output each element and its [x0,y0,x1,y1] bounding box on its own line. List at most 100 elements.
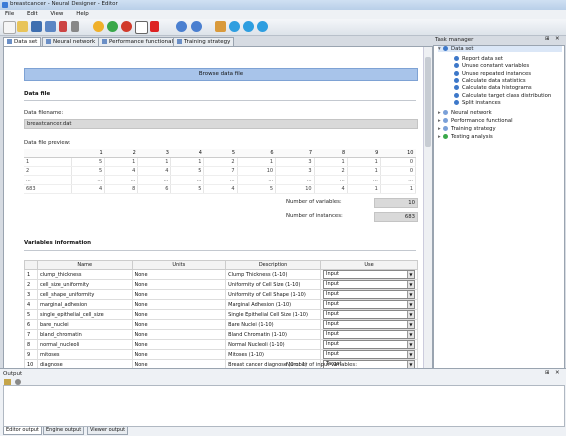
variable-description[interactable]: Bare Nuclei (1-10) [225,319,321,330]
close-icon[interactable]: ✕ [555,36,560,42]
chevron-down-icon[interactable]: ▼ [406,311,414,318]
task-item[interactable]: Unuse repeated instances [454,70,531,77]
table-row[interactable]: 7 bland_chromatin None Bland Chromatin (… [24,329,419,340]
chevron-down-icon[interactable]: ▼ [406,281,414,288]
next-icon[interactable] [229,21,240,32]
close-icon[interactable]: ✕ [555,370,560,376]
tab-neural-network[interactable]: Neural network [42,37,100,46]
variable-name[interactable]: single_epithelial_cell_size [36,309,133,320]
task-item[interactable]: Calculate target class distribution [454,92,551,99]
table-row[interactable]: 5 single_epithelial_cell_size None Singl… [24,309,419,320]
variable-description[interactable]: Uniformity of Cell Size (1-10) [225,279,321,290]
task-item[interactable]: Calculate data histograms [454,85,532,91]
variable-name[interactable]: bland_chromatin [36,329,133,340]
variable-description[interactable]: Bland Chromatin (1-10) [225,329,321,340]
use-select[interactable]: Input ▼ [322,320,415,329]
pin-icon[interactable]: ⊞ [545,36,550,42]
variable-units[interactable]: None [131,339,227,350]
variable-description[interactable]: Marginal Adhesion (1-10) [225,299,321,310]
variable-name[interactable]: mitoses [36,349,133,360]
home-icon[interactable] [215,21,226,32]
use-select[interactable]: Input ▼ [322,350,415,359]
browse-data-file-button[interactable]: Browse data file [24,68,418,81]
add-icon[interactable] [93,21,104,32]
use-select[interactable]: Input ▼ [322,280,415,289]
table-row[interactable]: 3 cell_shape_uniformity None Uniformity … [24,289,419,300]
forward-icon[interactable] [191,21,202,32]
use-select[interactable]: Input ▼ [322,300,415,309]
tree-node[interactable]: ▸ Training strategy [438,126,496,132]
zoom-out-icon[interactable] [257,21,268,32]
chevron-down-icon[interactable]: ▼ [406,301,414,308]
menu-file[interactable]: File [5,11,14,17]
tree-node[interactable]: ▸ Testing analysis [438,134,493,140]
menu-view[interactable]: View [50,11,63,17]
variable-name[interactable]: marginal_adhesion [36,299,133,310]
cut-icon[interactable] [59,21,67,32]
variable-name[interactable]: cell_shape_uniformity [36,289,133,300]
task-item[interactable]: Report data set [454,56,503,62]
variable-units[interactable]: None [131,319,227,330]
task-item[interactable]: Split instances [454,99,501,106]
open-folder-icon[interactable] [17,21,28,32]
chevron-down-icon[interactable]: ▼ [406,361,414,368]
properties-icon[interactable] [71,21,79,32]
back-icon[interactable] [176,21,187,32]
menu-edit[interactable]: Edit [27,11,38,17]
chevron-down-icon[interactable]: ▼ [406,331,414,338]
task-item[interactable]: Calculate data statistics [454,77,526,84]
tree-node[interactable]: ▸ Performance functional [438,118,513,124]
use-select[interactable]: Input ▼ [322,340,415,349]
variable-units[interactable]: None [131,279,227,290]
table-row[interactable]: 4 marginal_adhesion None Marginal Adhesi… [24,299,419,310]
chevron-down-icon[interactable]: ▼ [406,291,414,298]
use-select[interactable]: Input ▼ [322,310,415,319]
table-row[interactable]: 6 bare_nuclei None Bare Nuclei (1-10) In… [24,319,419,330]
editor-scrollbar[interactable] [423,47,432,369]
tab-performance-functional[interactable]: Performance functional [98,37,177,46]
chevron-down-icon[interactable]: ▼ [406,271,414,278]
variable-units[interactable]: None [131,349,227,360]
variable-description[interactable]: Uniformity of Cell Shape (1-10) [225,289,321,300]
delete-icon[interactable] [150,21,159,32]
chevron-down-icon[interactable]: ▼ [406,351,414,358]
variable-description[interactable]: Single Epithelial Cell Size (1-10) [225,309,321,320]
use-select[interactable]: Input ▼ [322,330,415,339]
table-row[interactable]: 2 cell_size_uniformity None Uniformity o… [24,279,419,290]
save-icon[interactable] [31,21,42,32]
tab-engine-output[interactable]: Engine output [43,427,85,435]
variable-units[interactable]: None [131,269,227,280]
tab-viewer-output[interactable]: Viewer output [87,427,129,435]
variable-units[interactable]: None [131,289,227,300]
variable-description[interactable]: Clump Thickness (1-10) [225,269,321,280]
chevron-down-icon[interactable]: ▼ [406,321,414,328]
new-file-icon[interactable] [3,21,16,34]
tab-data-set[interactable]: Data set [3,37,42,46]
variable-units[interactable]: None [131,309,227,320]
menu-help[interactable]: Help [76,11,89,17]
pin-icon[interactable]: ⊞ [545,370,550,376]
variable-units[interactable]: None [131,329,227,340]
use-select[interactable]: Input ▼ [322,290,415,299]
table-row[interactable]: 9 mitoses None Mitoses (1-10) Input ▼ [24,349,419,360]
task-item[interactable]: Unuse constant variables [454,63,529,69]
use-select[interactable]: Input ▼ [322,270,415,279]
output-text-area[interactable] [3,385,565,427]
chevron-down-icon[interactable]: ▼ [406,341,414,348]
refresh-icon[interactable] [107,21,118,32]
table-row[interactable]: 8 normal_nucleoli None Normal Nucleoli (… [24,339,419,350]
stop-icon[interactable] [121,21,132,32]
crop-icon[interactable] [135,21,148,34]
save-as-icon[interactable] [45,21,56,32]
variable-description[interactable]: Mitoses (1-10) [225,349,321,360]
filename-field[interactable]: breastcancer.dat [24,119,418,129]
variable-name[interactable]: cell_size_uniformity [36,279,133,290]
tab-editor-output[interactable]: Editor output [3,427,42,435]
zoom-in-icon[interactable] [243,21,254,32]
variable-name[interactable]: clump_thickness [36,269,133,280]
variable-name[interactable]: bare_nuclei [36,319,133,330]
tree-node[interactable]: ▸ Neural network [438,110,492,116]
scroll-thumb[interactable] [425,57,431,147]
variable-units[interactable]: None [131,299,227,310]
table-row[interactable]: 1 clump_thickness None Clump Thickness (… [24,269,419,280]
